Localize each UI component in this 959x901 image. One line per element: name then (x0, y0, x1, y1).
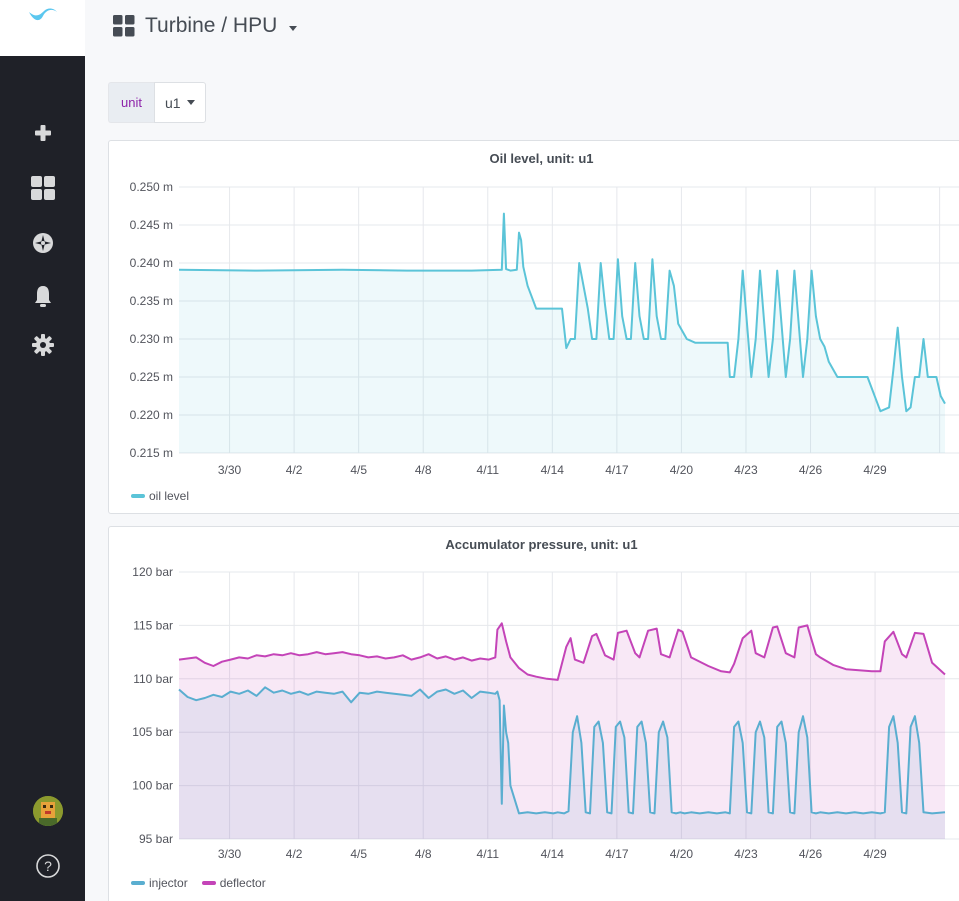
y-tick-label: 110 bar (133, 672, 173, 686)
y-tick-label: 105 bar (132, 725, 173, 739)
x-tick-label: 4/8 (415, 463, 432, 477)
variable-value: u1 (164, 94, 181, 111)
logo-icon (28, 8, 57, 21)
x-tick-label: 4/23 (734, 847, 758, 861)
alerting-bell-icon[interactable] (28, 281, 58, 311)
legend: oil level (131, 489, 189, 503)
chevron-down-icon (289, 25, 298, 31)
dashboard-grid-icon (113, 15, 135, 37)
x-tick-label: 3/30 (218, 463, 242, 477)
oil-level-panel: Oil level, unit: u1 0.215 m 0.220 m 0.225 … (108, 140, 959, 514)
legend: injector deflector (131, 876, 266, 890)
x-tick-label: 4/11 (477, 463, 500, 477)
legend-swatch (131, 881, 145, 885)
chevron-down-icon (186, 100, 195, 105)
y-tick-label: 120 bar (132, 565, 173, 579)
y-tick-label: 0.245 m (130, 218, 173, 232)
x-tick-label: 4/26 (799, 463, 823, 477)
explore-compass-icon[interactable] (28, 228, 58, 258)
x-tick-label: 4/14 (541, 463, 565, 477)
variable-select[interactable]: u1 (153, 82, 206, 123)
x-tick-label: 4/29 (863, 847, 887, 861)
variable-label: unit (108, 82, 154, 123)
y-tick-label: 0.240 m (130, 256, 173, 270)
x-tick-label: 4/5 (350, 463, 367, 477)
configuration-gear-icon[interactable] (28, 330, 58, 360)
app-logo[interactable] (0, 0, 85, 56)
svg-text:?: ? (44, 858, 52, 874)
oil-level-chart: 0.215 m 0.220 m 0.225 m 0.230 m 0.235 m 0.240… (130, 180, 959, 477)
y-tick-label: 100 bar (132, 779, 173, 793)
y-tick-label: 95 bar (139, 832, 173, 846)
y-tick-label: 0.250 m (130, 180, 173, 194)
x-tick-label: 4/14 (541, 847, 565, 861)
variable-picker: unit u1 (108, 82, 206, 123)
legend-label: injector (149, 876, 188, 890)
x-tick-label: 4/26 (799, 847, 823, 861)
legend-label: deflector (219, 876, 266, 890)
x-tick-label: 4/23 (734, 463, 758, 477)
dashboards-icon[interactable] (28, 173, 58, 203)
series-area-deflector (179, 623, 945, 839)
x-tick-label: 4/2 (286, 847, 303, 861)
help-icon[interactable]: ? (33, 851, 63, 881)
x-tick-label: 4/29 (863, 463, 887, 477)
y-tick-label: 0.230 m (130, 332, 173, 346)
sidebar: ? (0, 0, 85, 901)
y-tick-label: 0.215 m (130, 446, 173, 460)
user-avatar[interactable] (33, 796, 63, 826)
dashboard-title-picker[interactable]: Turbine / HPU (113, 14, 298, 38)
x-tick-label: 4/17 (605, 847, 629, 861)
legend-item[interactable]: deflector (201, 876, 266, 890)
x-tick-label: 4/17 (605, 463, 629, 477)
legend-swatch (131, 494, 145, 498)
y-tick-label: 0.220 m (130, 408, 173, 422)
x-tick-label: 4/5 (350, 847, 367, 861)
y-tick-label: 0.235 m (130, 294, 173, 308)
legend-label: oil level (149, 489, 190, 503)
accumulator-pressure-chart: 95 bar 100 bar 105 bar 110 bar 115 bar 120 ba… (132, 565, 959, 861)
x-tick-label: 3/30 (218, 847, 242, 861)
x-tick-label: 4/8 (415, 847, 432, 861)
legend-item[interactable]: oil level (131, 489, 189, 503)
x-tick-label: 4/2 (286, 463, 303, 477)
legend-swatch (201, 881, 216, 885)
legend-item[interactable]: injector (131, 876, 188, 890)
y-tick-label: 0.225 m (130, 370, 173, 384)
y-tick-label: 115 bar (133, 618, 173, 632)
x-tick-label: 4/20 (670, 463, 694, 477)
x-tick-label: 4/20 (670, 847, 694, 861)
dashboard-title: Turbine / HPU (145, 14, 278, 37)
x-tick-label: 4/11 (477, 847, 500, 861)
plus-icon[interactable] (28, 118, 58, 148)
accumulator-pressure-panel: Accumulator pressure, unit: u1 95 bar 100… (108, 526, 959, 901)
